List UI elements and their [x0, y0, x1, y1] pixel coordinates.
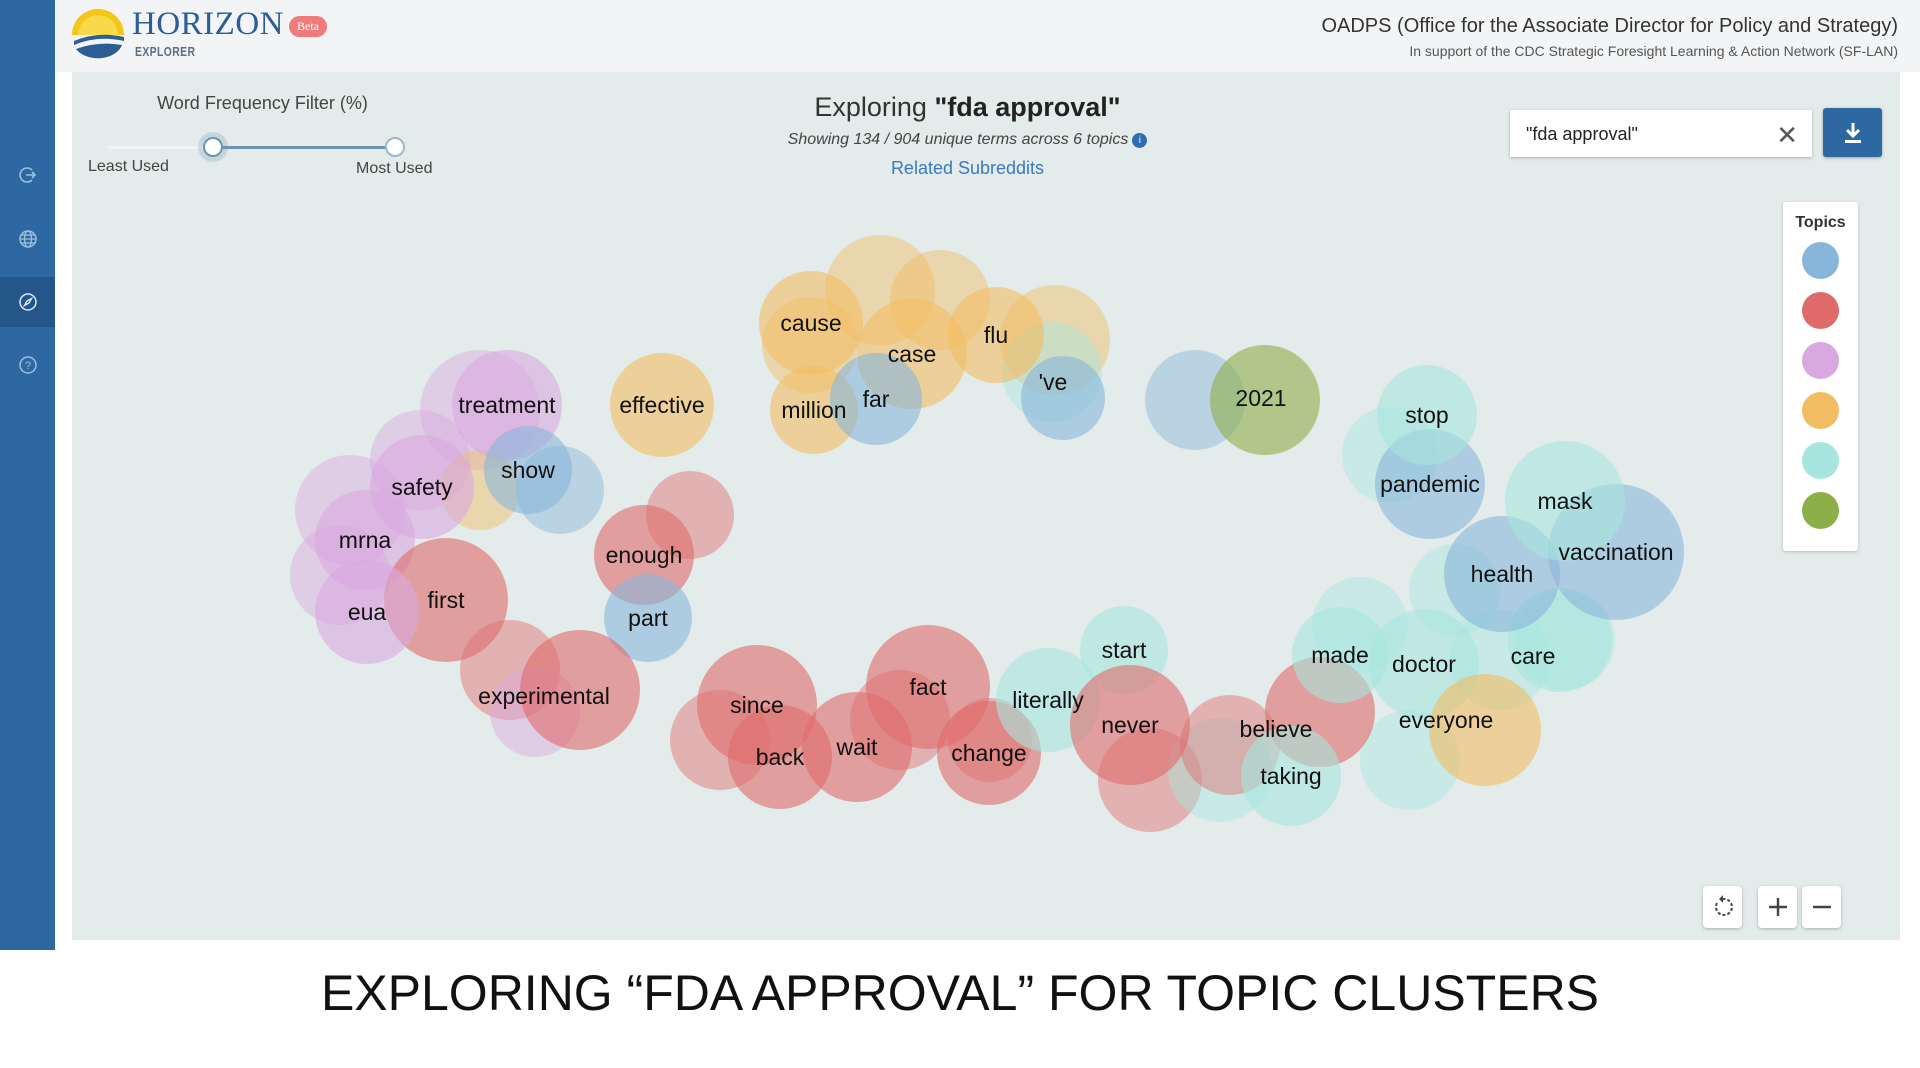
term-label[interactable]: mrna [339, 527, 392, 553]
term-label[interactable]: experimental [478, 683, 610, 709]
legend-topic-4[interactable] [1802, 392, 1839, 429]
plus-icon [1768, 898, 1787, 916]
term-label[interactable]: part [628, 605, 668, 631]
term-label[interactable]: far [863, 386, 890, 412]
term-label[interactable]: doctor [1392, 651, 1456, 677]
term-label[interactable]: taking [1260, 763, 1321, 789]
term-label[interactable]: fact [909, 674, 947, 700]
legend-title: Topics [1795, 214, 1846, 231]
page-title: Exploring "fda approval" [660, 92, 1275, 123]
legend-topic-2[interactable] [1802, 292, 1839, 329]
download-icon [1844, 122, 1861, 143]
term-label[interactable]: vaccination [1558, 539, 1673, 565]
term-label[interactable]: believe [1240, 716, 1313, 742]
term-label[interactable]: case [888, 341, 937, 367]
slider-min-handle[interactable] [203, 137, 223, 157]
info-icon[interactable]: i [1132, 133, 1148, 148]
term-summary: Showing 134 / 904 unique terms across 6 … [660, 131, 1275, 149]
slider-range [213, 146, 394, 149]
term-label[interactable]: first [427, 587, 465, 613]
term-label[interactable]: enough [606, 542, 683, 568]
term-label[interactable]: show [501, 457, 555, 483]
term-label[interactable]: million [781, 397, 846, 423]
term-label[interactable]: wait [836, 734, 879, 760]
term-label[interactable]: 2021 [1235, 385, 1286, 411]
legend-topic-6[interactable] [1802, 492, 1839, 529]
search-box: ✕ [1510, 110, 1812, 159]
summary-text: Showing 134 / 904 unique terms across 6 … [787, 131, 1129, 148]
term-label[interactable]: eua [348, 599, 387, 625]
term-label[interactable]: back [756, 744, 805, 770]
zoom-out-button[interactable] [1802, 886, 1841, 928]
term-label[interactable]: safety [391, 474, 453, 500]
most-used-label: Most Used [356, 160, 433, 177]
close-icon[interactable]: ✕ [1776, 120, 1798, 151]
term-label[interactable]: flu [984, 322, 1008, 348]
term-label[interactable]: care [1511, 643, 1556, 669]
minus-icon [1812, 905, 1831, 909]
term-label[interactable]: mask [1538, 488, 1593, 514]
topics-legend: Topics [1783, 202, 1858, 551]
term-label[interactable]: health [1471, 561, 1534, 587]
search-input[interactable] [1524, 110, 1768, 159]
least-used-label: Least Used [88, 158, 169, 175]
term-label[interactable]: treatment [458, 392, 556, 418]
caption: EXPLORING “FDA APPROVAL” FOR TOPIC CLUST… [320, 965, 1600, 1021]
reset-button[interactable] [1703, 886, 1742, 928]
legend-topic-3[interactable] [1802, 342, 1839, 379]
filter-label: Word Frequency Filter (%) [157, 93, 368, 113]
term-label[interactable]: 've [1039, 369, 1068, 395]
legend-topic-1[interactable] [1802, 242, 1839, 279]
term-label[interactable]: made [1311, 642, 1369, 668]
term-label[interactable]: change [951, 740, 1026, 766]
download-button[interactable] [1823, 108, 1882, 157]
term-label[interactable]: since [730, 692, 784, 718]
reset-icon [1714, 895, 1733, 916]
title-query: "fda approval" [934, 92, 1121, 122]
term-label[interactable]: start [1102, 637, 1147, 663]
term-label[interactable]: never [1101, 712, 1159, 738]
term-label[interactable]: stop [1405, 402, 1448, 428]
slider-max-handle[interactable] [385, 137, 405, 157]
term-label[interactable]: literally [1012, 687, 1084, 713]
term-label[interactable]: everyone [1399, 707, 1494, 733]
term-label[interactable]: cause [780, 310, 841, 336]
zoom-in-button[interactable] [1758, 886, 1797, 928]
term-label[interactable]: pandemic [1380, 471, 1480, 497]
legend-topic-5[interactable] [1802, 442, 1839, 479]
related-subreddits-link[interactable]: Related Subreddits [660, 158, 1275, 179]
title-prefix: Exploring [814, 92, 935, 122]
term-label[interactable]: effective [619, 392, 704, 418]
